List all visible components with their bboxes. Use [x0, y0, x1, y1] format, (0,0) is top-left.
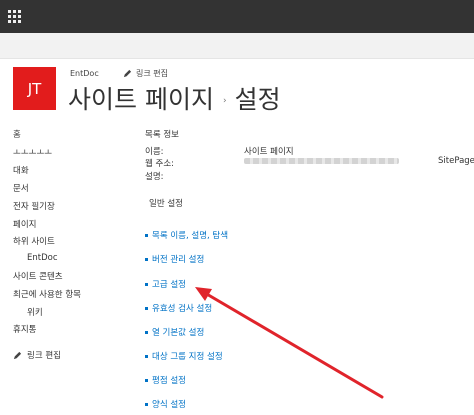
bullet-icon	[145, 233, 148, 237]
nav-item-notebook[interactable]: 전자 필기장	[13, 200, 55, 212]
general-settings-heading: 일반 설정	[149, 199, 183, 209]
setting-link-list-name[interactable]: 목록 이름, 설명, 탐색	[145, 229, 228, 241]
site-logo[interactable]: JT	[13, 67, 56, 110]
bullet-icon	[145, 402, 148, 406]
setting-link-label: 평점 설정	[152, 376, 186, 386]
bullet-icon	[145, 306, 148, 310]
url-label: 웹 주소:	[145, 159, 175, 169]
nav-item-subsites[interactable]: 하위 사이트	[13, 235, 55, 247]
setting-link-audience-targeting[interactable]: 대상 그룹 지정 설정	[145, 350, 223, 362]
breadcrumb-separator-icon: ›	[222, 96, 227, 106]
page-title: 사이트 페이지 › 설정	[68, 80, 281, 116]
nav-item-conversations[interactable]: 대화	[13, 164, 29, 176]
setting-link-label: 버전 관리 설정	[152, 255, 205, 265]
bullet-icon	[145, 378, 148, 382]
web-address-suffix: SitePage	[438, 156, 474, 166]
nav-item-wiki[interactable]: 위키	[27, 306, 43, 318]
bullet-icon	[145, 282, 148, 286]
bullet-icon	[145, 257, 148, 261]
pencil-icon	[123, 69, 132, 78]
setting-link-advanced[interactable]: 고급 설정	[145, 278, 186, 290]
setting-link-label: 유효성 검사 설정	[152, 304, 213, 314]
nav-item-documents[interactable]: 문서	[13, 182, 29, 194]
app-launcher-icon[interactable]	[8, 10, 22, 24]
name-value: 사이트 페이지	[244, 147, 294, 157]
bullet-icon	[145, 330, 148, 334]
nav-item-placeholder[interactable]: ㅗㅗㅗㅗㅗ	[13, 146, 52, 158]
breadcrumb-current: 설정	[234, 85, 281, 114]
web-address-redacted	[244, 158, 399, 164]
description-label: 설명:	[145, 172, 164, 182]
setting-link-column-defaults[interactable]: 열 기본값 설정	[145, 326, 204, 338]
bullet-icon	[145, 354, 148, 358]
setting-link-versioning[interactable]: 버전 관리 설정	[145, 253, 204, 265]
site-name-link[interactable]: EntDoc	[70, 69, 99, 78]
setting-link-label: 양식 설정	[152, 400, 186, 410]
nav-item-home[interactable]: 홈	[13, 128, 21, 140]
list-info-heading: 목록 정보	[145, 130, 179, 140]
breadcrumb-parent[interactable]: 사이트 페이지	[68, 80, 214, 116]
suite-bar	[0, 0, 474, 33]
nav-item-recent[interactable]: 최근에 사용한 항목	[13, 288, 81, 300]
nav-item-site-contents[interactable]: 사이트 콘텐츠	[13, 270, 63, 282]
setting-link-form[interactable]: 양식 설정	[145, 398, 186, 410]
edit-links-nav[interactable]: 링크 편집	[13, 349, 61, 361]
edit-links-label: 링크 편집	[27, 351, 61, 361]
setting-link-validation[interactable]: 유효성 검사 설정	[145, 302, 212, 314]
setting-link-label: 대상 그룹 지정 설정	[152, 352, 223, 362]
setting-link-rating[interactable]: 평점 설정	[145, 374, 186, 386]
nav-item-pages[interactable]: 페이지	[13, 218, 36, 230]
nav-item-entdoc[interactable]: EntDoc	[27, 253, 58, 263]
nav-item-recycle-bin[interactable]: 휴지통	[13, 323, 36, 335]
setting-link-label: 목록 이름, 설명, 탐색	[152, 231, 229, 241]
setting-link-label: 고급 설정	[152, 280, 186, 290]
edit-links-top[interactable]: 링크 편집	[123, 68, 168, 79]
pencil-icon	[13, 351, 22, 359]
ribbon-bar	[0, 33, 474, 59]
setting-link-label: 열 기본값 설정	[152, 328, 205, 338]
annotation-arrow	[195, 287, 384, 399]
name-label: 이름:	[145, 147, 164, 157]
edit-links-label: 링크 편집	[136, 69, 168, 78]
